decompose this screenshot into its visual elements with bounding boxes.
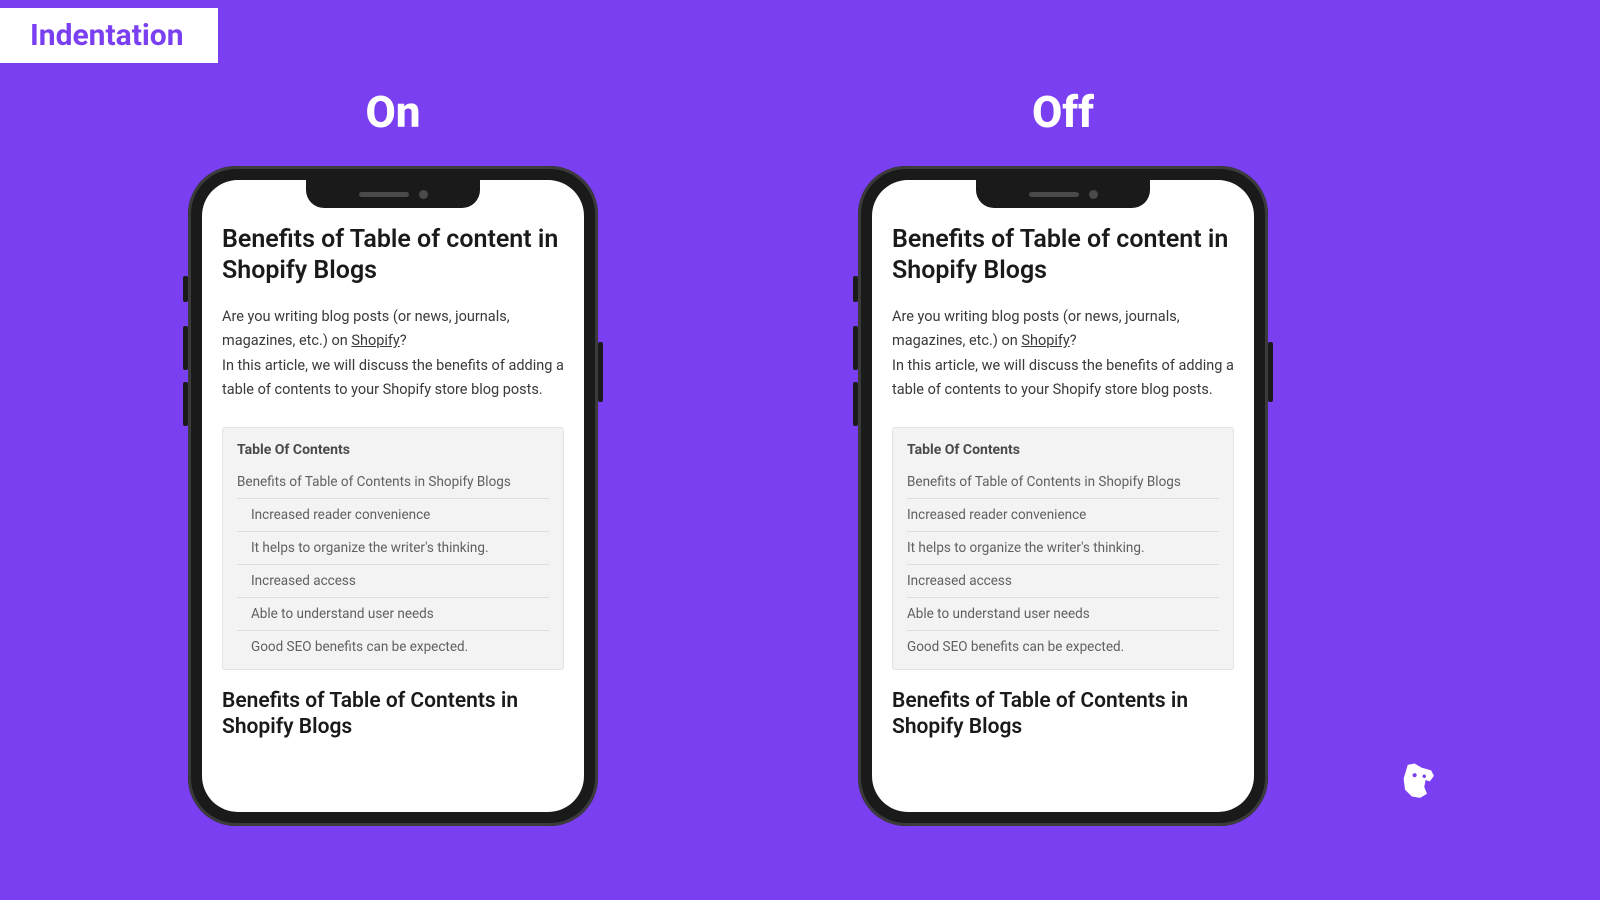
- article-content: Benefits of Table of content in Shopify …: [202, 180, 584, 741]
- toc-list: Benefits of Table of Contents in Shopify…: [907, 466, 1219, 663]
- phone-mock-on: Benefits of Table of content in Shopify …: [188, 166, 598, 826]
- toc-item[interactable]: Increased access: [237, 565, 549, 598]
- toc-heading: Table Of Contents: [237, 442, 549, 458]
- column-label-off: Off: [1032, 86, 1094, 138]
- phone-volume-up: [183, 326, 188, 370]
- article-title: Benefits of Table of content in Shopify …: [222, 224, 564, 287]
- section-heading: Benefits of Table of Contents in Shopify…: [222, 688, 564, 741]
- article-intro: Are you writing blog posts (or news, jou…: [222, 305, 564, 404]
- shopify-link[interactable]: Shopify: [351, 332, 399, 349]
- article-content: Benefits of Table of content in Shopify …: [872, 180, 1254, 741]
- phone-volume-down: [183, 382, 188, 426]
- phone-screen: Benefits of Table of content in Shopify …: [872, 180, 1254, 812]
- phone-mute-switch: [853, 276, 858, 302]
- table-of-contents: Table Of Contents Benefits of Table of C…: [892, 427, 1234, 670]
- intro-text-c: In this article, we will discuss the ben…: [892, 357, 1234, 399]
- toc-item[interactable]: Good SEO benefits can be expected.: [237, 631, 549, 663]
- intro-text-b: ?: [400, 332, 407, 349]
- column-off: Off Benefits of Table of content in Shop…: [858, 86, 1268, 826]
- phone-screen: Benefits of Table of content in Shopify …: [202, 180, 584, 812]
- phone-notch: [306, 180, 480, 208]
- phone-notch: [976, 180, 1150, 208]
- toc-item[interactable]: Increased reader convenience: [237, 499, 549, 532]
- toc-item[interactable]: It helps to organize the writer's thinki…: [907, 532, 1219, 565]
- section-heading: Benefits of Table of Contents in Shopify…: [892, 688, 1234, 741]
- column-on: On Benefits of Table of content in Shopi…: [188, 86, 598, 826]
- table-of-contents: Table Of Contents Benefits of Table of C…: [222, 427, 564, 670]
- phone-mock-off: Benefits of Table of content in Shopify …: [858, 166, 1268, 826]
- toc-item[interactable]: Benefits of Table of Contents in Shopify…: [907, 466, 1219, 499]
- toc-item[interactable]: Increased reader convenience: [907, 499, 1219, 532]
- toc-item[interactable]: Able to understand user needs: [907, 598, 1219, 631]
- toc-item[interactable]: Able to understand user needs: [237, 598, 549, 631]
- toc-item[interactable]: It helps to organize the writer's thinki…: [237, 532, 549, 565]
- intro-text-c: In this article, we will discuss the ben…: [222, 357, 564, 399]
- column-label-on: On: [365, 86, 420, 138]
- brand-dog-icon: [1394, 758, 1438, 802]
- feature-badge: Indentation: [0, 8, 218, 63]
- comparison-columns: On Benefits of Table of content in Shopi…: [0, 0, 1456, 826]
- toc-item[interactable]: Increased access: [907, 565, 1219, 598]
- phone-volume-down: [853, 382, 858, 426]
- toc-item[interactable]: Good SEO benefits can be expected.: [907, 631, 1219, 663]
- toc-item[interactable]: Benefits of Table of Contents in Shopify…: [237, 466, 549, 499]
- phone-power-button: [598, 342, 603, 402]
- phone-mute-switch: [183, 276, 188, 302]
- intro-text-b: ?: [1070, 332, 1077, 349]
- toc-heading: Table Of Contents: [907, 442, 1219, 458]
- phone-volume-up: [853, 326, 858, 370]
- toc-list: Benefits of Table of Contents in Shopify…: [237, 466, 549, 663]
- shopify-link[interactable]: Shopify: [1021, 332, 1069, 349]
- phone-power-button: [1268, 342, 1273, 402]
- article-intro: Are you writing blog posts (or news, jou…: [892, 305, 1234, 404]
- article-title: Benefits of Table of content in Shopify …: [892, 224, 1234, 287]
